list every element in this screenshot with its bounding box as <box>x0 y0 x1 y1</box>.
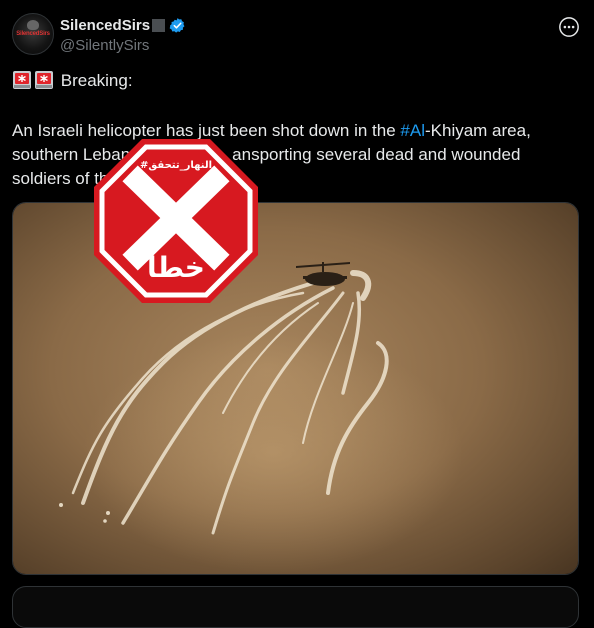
tweet-line-1: Breaking: <box>12 70 133 91</box>
next-content-card[interactable] <box>12 586 579 628</box>
author-handle[interactable]: @SilentlySirs <box>60 37 149 54</box>
more-options-icon[interactable] <box>558 16 580 38</box>
black-square-emoji-icon <box>152 18 166 32</box>
tweet-breaking-label: Breaking: <box>60 71 133 90</box>
police-light-icon <box>13 71 31 89</box>
stamp-top-text: #النهار_تتحقق <box>140 160 212 171</box>
tweet-text-segment: ansporting several dead and wounded <box>232 145 521 164</box>
stamp-bottom-text: خطأ <box>147 249 205 284</box>
hashtag-link[interactable]: #Al <box>400 121 425 140</box>
false-fact-check-stamp: #النهار_تتحقق خطأ <box>94 139 258 303</box>
avatar-logo-icon <box>27 20 39 30</box>
avatar[interactable]: SilencedSirs <box>12 13 54 55</box>
tweet-line-2: An Israeli helicopter has just been shot… <box>12 121 531 141</box>
tweet-line-3: southern Leban ansporting several dead an… <box>12 145 520 165</box>
police-light-icon <box>35 71 53 89</box>
author-name-row: SilencedSirs <box>60 16 186 34</box>
avatar-text: SilencedSirs <box>16 31 50 37</box>
verified-badge-icon <box>169 17 185 33</box>
tweet-text-segment: -Khiyam area, <box>424 121 531 140</box>
tweet-text-segment: An Israeli helicopter has just been shot… <box>12 121 401 140</box>
author-display-name[interactable]: SilencedSirs <box>60 17 150 34</box>
